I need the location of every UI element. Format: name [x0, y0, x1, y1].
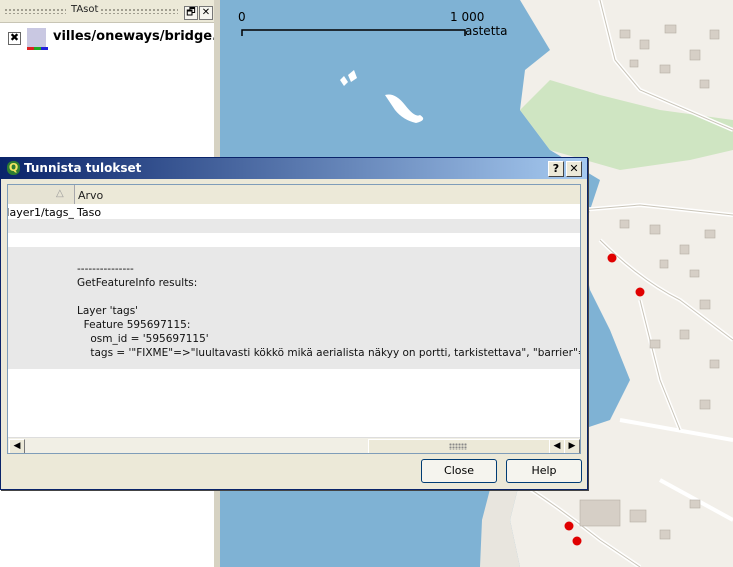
column-header-value[interactable]: Arvo — [78, 189, 103, 202]
getfeatureinfo-text: --------------- GetFeatureInfo results: … — [77, 263, 580, 359]
raster-layer-icon — [27, 28, 46, 47]
layer-visibility-checkbox[interactable]: ✖ — [8, 32, 21, 45]
grip-icon — [449, 443, 467, 450]
dialog-close-button[interactable]: ✕ — [566, 161, 582, 177]
close-button[interactable]: Close — [421, 459, 497, 483]
table-row[interactable] — [8, 233, 580, 247]
close-panel-icon[interactable]: ✕ — [199, 6, 213, 20]
layers-panel-titlebar[interactable]: TAsot 🗗 ✕ — [0, 0, 214, 23]
context-help-button[interactable]: ? — [548, 161, 564, 177]
scroll-left-icon[interactable]: ◀ — [549, 439, 565, 453]
layer-item[interactable]: ✖ villes/oneways/bridge... — [0, 27, 227, 50]
qgis-icon: Q — [7, 161, 20, 175]
table-row[interactable] — [8, 219, 580, 233]
scale-unit-label: astetta — [465, 24, 508, 38]
value-cell: Taso — [77, 206, 102, 219]
help-button[interactable]: Help — [506, 459, 582, 483]
titlebar-grip — [4, 8, 66, 14]
feature-cell: _layer1/tags — [8, 206, 74, 219]
rgb-band-icon — [27, 47, 48, 50]
scale-max-label: 1 000 — [450, 10, 485, 24]
layers-panel-title: TAsot — [71, 4, 99, 15]
float-panel-icon[interactable]: 🗗 — [184, 6, 198, 20]
results-tree[interactable]: △ Arvo _layer1/tags Taso ---------------… — [7, 184, 581, 454]
scale-zero-label: 0 — [238, 10, 246, 24]
table-row[interactable]: _layer1/tags Taso — [8, 204, 580, 219]
titlebar-grip — [100, 8, 178, 14]
layer-name: villes/oneways/bridge... — [53, 29, 227, 44]
dialog-title: Tunnista tulokset — [24, 161, 142, 175]
identify-results-dialog: Q Tunnista tulokset ? ✕ △ Arvo _layer1/t… — [0, 157, 588, 490]
sort-ascending-icon: △ — [56, 188, 64, 199]
dialog-titlebar[interactable]: Q Tunnista tulokset ? ✕ — [1, 158, 587, 179]
scroll-left-icon[interactable]: ◀ — [9, 439, 25, 453]
horizontal-scrollbar[interactable]: ◀ ◀ ▶ — [8, 437, 580, 453]
scroll-right-icon[interactable]: ▶ — [564, 439, 580, 453]
results-header: △ Arvo — [8, 185, 580, 205]
column-header-feature[interactable]: △ — [8, 185, 75, 204]
scrollbar-thumb[interactable] — [368, 439, 550, 453]
